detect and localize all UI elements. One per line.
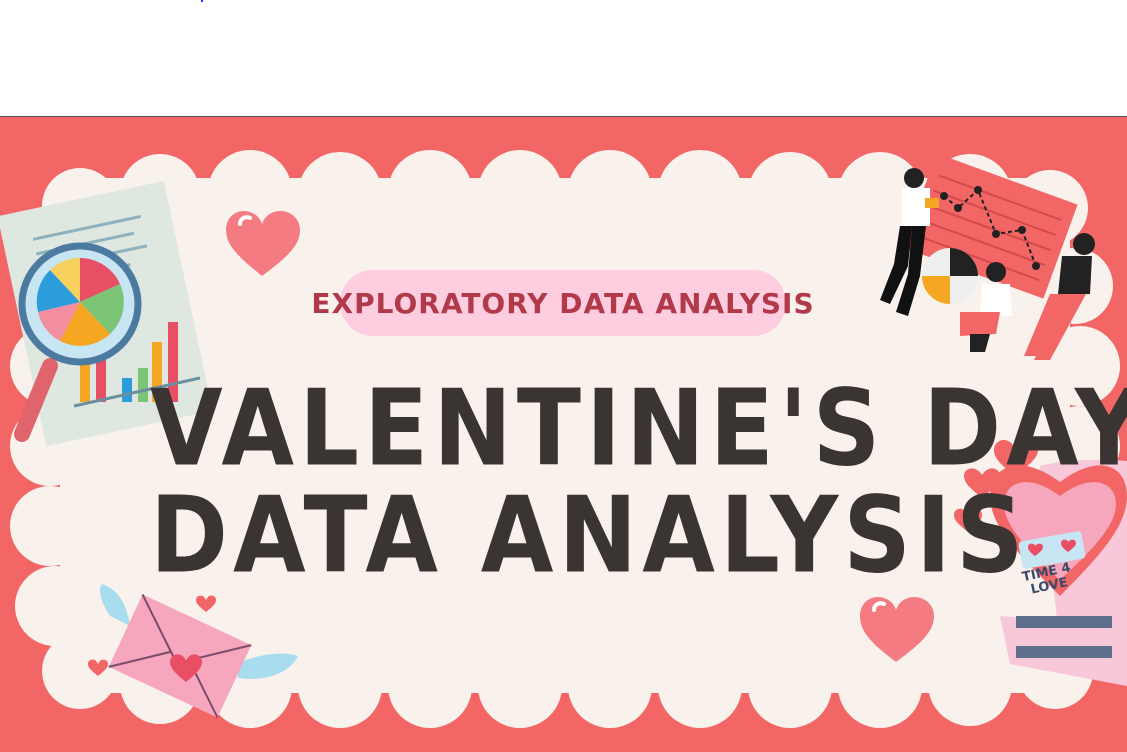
page-title-line-2: DATA ANALYSIS	[150, 475, 1029, 598]
subtitle: EXPLORATORY DATA ANALYSIS	[311, 286, 815, 320]
page-title-line-1: VALENTINE'S DAY	[150, 368, 1127, 491]
subtitle-pill: EXPLORATORY DATA ANALYSIS	[311, 270, 814, 336]
blue-dot	[201, 0, 203, 2]
top-border	[0, 116, 1127, 117]
